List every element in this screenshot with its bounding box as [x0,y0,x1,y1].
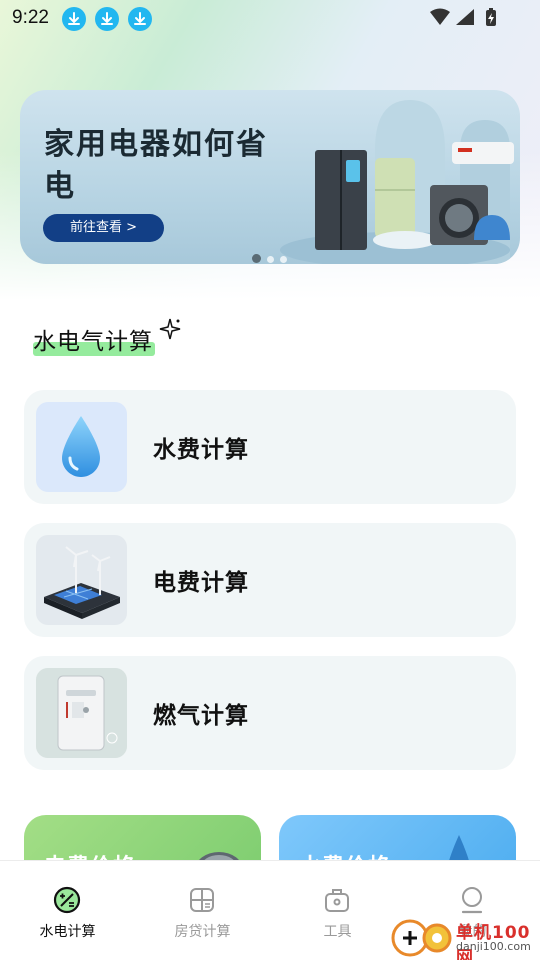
gas-fee-label: 燃气计算 [153,703,249,729]
gas-heater-icon [36,668,127,758]
nav-label: 工具 [323,924,352,940]
wind-solar-icon [36,535,127,625]
section-title: 水电气计算 [33,329,153,355]
pagination-dot[interactable] [280,256,287,263]
nav-label: 水电计算 [39,924,96,940]
profile-icon [461,887,483,914]
nav-tab-mortgage[interactable]: 房贷计算 [135,861,270,960]
nav-tab-utility-calc[interactable]: 水电计算 [0,861,135,960]
pagination-dot[interactable] [267,256,274,263]
cellular-icon [456,9,474,25]
water-fee-label: 水费计算 [153,437,249,463]
banner-pagination [252,248,293,264]
status-bar: 9:22 [0,0,540,36]
electricity-fee-label: 电费计算 [153,570,249,596]
banner-view-button[interactable]: 前往查看 > [43,214,164,242]
watermark-url: danji100.com [456,940,531,953]
wifi-icon [430,8,450,25]
nav-label: 房贷计算 [174,924,231,940]
electricity-fee-card[interactable]: 电费计算 [24,523,516,637]
water-drop-icon [36,402,127,492]
banner-title: 家用电器如何省电 [44,127,268,204]
site-watermark: 单机100网 danji100.com [390,916,540,960]
promo-banner[interactable]: 家用电器如何省电 前往查看 > [20,90,520,264]
status-time: 9:22 [12,7,49,28]
calculator-icon [53,886,81,914]
download-icon [95,7,119,31]
nav-tab-tools[interactable]: 工具 [270,861,405,960]
signal-battery-icons [430,8,496,26]
pagination-dot-active[interactable] [252,254,261,263]
appliances-illustration [280,100,514,264]
sparkle-icon [159,318,181,340]
download-icon [62,7,86,31]
toolbox-icon [325,889,349,912]
water-fee-card[interactable]: 水费计算 [24,390,516,504]
watermark-text: 单机100网 [456,923,531,960]
watermark-logo-icon [391,919,452,957]
section-heading: 水电气计算 [33,318,181,356]
house-loan-icon [190,888,214,912]
gas-fee-card[interactable]: 燃气计算 [24,656,516,770]
download-icon [128,7,152,31]
